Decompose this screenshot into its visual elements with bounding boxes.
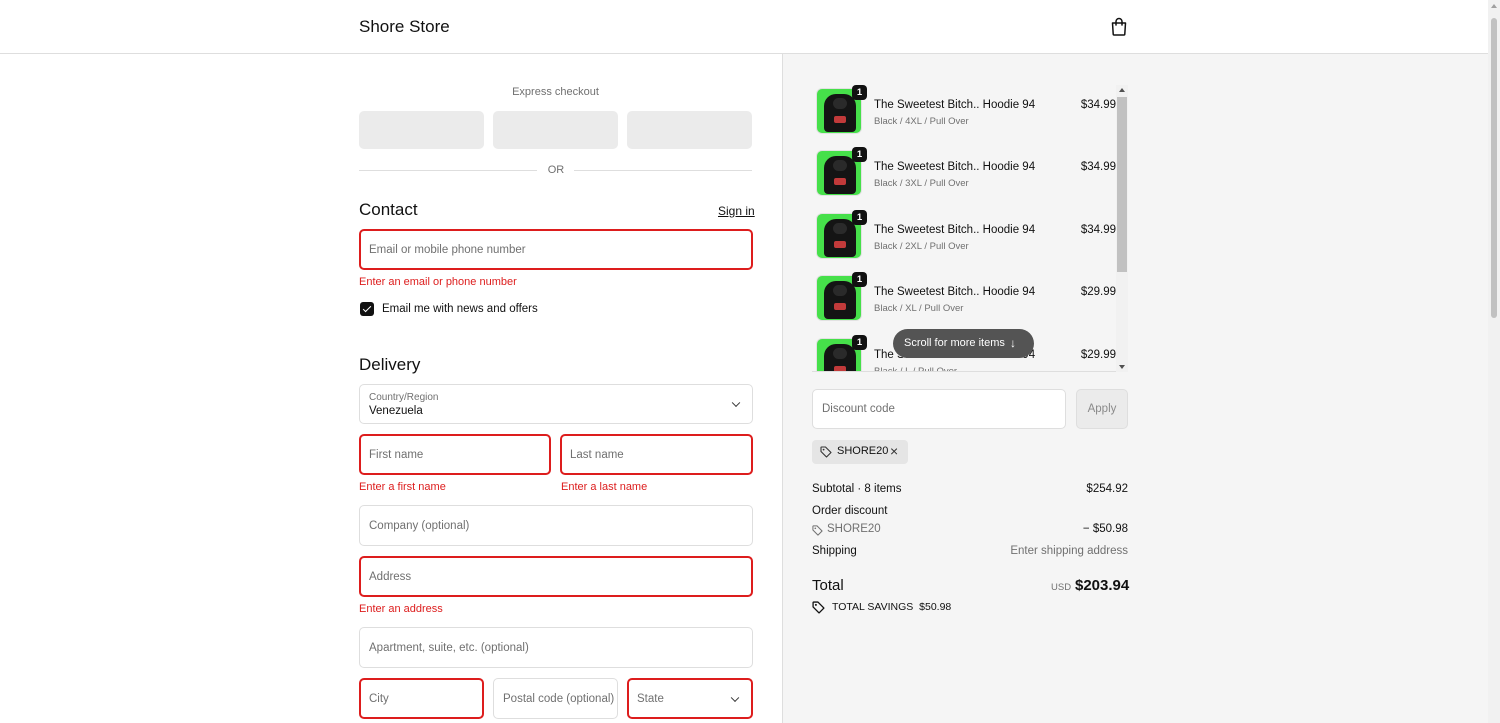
cart-item: 1 The Sweetest Bitch.. Hoodie 94 Black /… <box>812 272 1116 324</box>
currency-code: USD <box>1051 582 1072 593</box>
cart-item: 1 The Sweetest Bitch.. Hoodie 94 Black /… <box>812 147 1116 199</box>
express-pay-button-3[interactable] <box>627 111 752 149</box>
first-name-placeholder: First name <box>369 448 424 461</box>
item-variant: Black / 2XL / Pull Over <box>874 241 969 252</box>
postal-code-placeholder: Postal code (optional) <box>503 692 615 705</box>
postal-code-field[interactable]: Postal code (optional) <box>493 678 618 719</box>
first-name-field[interactable]: First name <box>359 434 551 475</box>
address-placeholder: Address <box>369 570 412 583</box>
subtotal-value: $254.92 <box>1086 483 1128 495</box>
quantity-badge: 1 <box>852 147 867 162</box>
subtotal-row: Subtotal · 8 items $254.92 <box>812 483 1128 495</box>
quantity-badge: 1 <box>852 335 867 350</box>
savings-label: TOTAL SAVINGS <box>832 601 914 613</box>
address-field[interactable]: Address <box>359 556 753 597</box>
shipping-row: Shipping Enter shipping address <box>812 545 1128 557</box>
item-name: The Sweetest Bitch.. Hoodie 94 <box>874 224 1036 236</box>
company-placeholder: Company (optional) <box>369 519 470 532</box>
item-variant: Black / XL / Pull Over <box>874 303 964 314</box>
apartment-field[interactable]: Apartment, suite, etc. (optional) <box>359 627 753 668</box>
discount-chip: SHORE20 × <box>812 440 908 464</box>
last-name-placeholder: Last name <box>570 448 624 461</box>
savings-value: $50.98 <box>919 601 952 613</box>
quantity-badge: 1 <box>852 272 867 287</box>
tag-icon <box>812 525 823 536</box>
divider <box>574 170 752 171</box>
applied-code: SHORE20 <box>837 445 889 457</box>
country-label: Country/Region <box>369 392 439 403</box>
total-label: Total <box>812 577 844 594</box>
discount-value: − $50.98 <box>1082 523 1128 535</box>
subtotal-label: Subtotal · 8 items <box>812 483 902 495</box>
chevron-down-icon <box>730 693 740 702</box>
country-select[interactable]: Country/Region Venezuela <box>359 384 753 424</box>
express-pay-button-1[interactable] <box>359 111 484 149</box>
order-discount-label: Order discount <box>812 505 888 517</box>
last-name-error: Enter a last name <box>561 481 648 493</box>
email-field[interactable]: Email or mobile phone number <box>359 229 753 270</box>
email-error: Enter an email or phone number <box>359 276 517 288</box>
city-placeholder: City <box>369 692 389 705</box>
apply-discount-button[interactable]: Apply <box>1076 389 1128 429</box>
cart-item: 1 The Sweetest Bitch.. Hoodie 94 Black /… <box>812 210 1116 262</box>
close-icon[interactable]: × <box>890 443 898 459</box>
news-checkbox[interactable] <box>360 302 374 316</box>
country-value: Venezuela <box>369 405 423 417</box>
cart-scrollbar[interactable] <box>1116 85 1128 372</box>
tag-icon <box>820 446 832 458</box>
item-variant: Black / L / Pull Over <box>874 366 958 372</box>
shipping-value: Enter shipping address <box>1010 545 1128 557</box>
scroll-thumb[interactable] <box>1117 97 1127 272</box>
arrow-down-icon: ↓ <box>1010 336 1016 350</box>
state-select[interactable]: State <box>627 678 753 719</box>
store-name[interactable]: Shore Store <box>359 17 450 37</box>
city-field[interactable]: City <box>359 678 484 719</box>
express-checkout-label: Express checkout <box>512 86 599 98</box>
scroll-down-arrow[interactable] <box>1119 365 1125 369</box>
contact-title: Contact <box>359 200 418 219</box>
item-price: $29.99 <box>1080 349 1116 361</box>
item-name: The Sweetest Bitch.. Hoodie 94 <box>874 286 1036 298</box>
address-error: Enter an address <box>359 603 443 615</box>
item-variant: Black / 3XL / Pull Over <box>874 178 969 189</box>
news-checkbox-label[interactable]: Email me with news and offers <box>382 303 538 315</box>
scroll-hint-text: Scroll for more items <box>904 337 1005 349</box>
chevron-down-icon <box>731 398 741 408</box>
express-pay-button-2[interactable] <box>493 111 618 149</box>
order-discount-row: Order discount <box>812 505 1128 517</box>
shopping-bag-icon[interactable] <box>1110 17 1128 36</box>
tag-icon <box>812 601 825 614</box>
cart-item: 1 The Sweetest Bitch.. Hoodie 94 Black /… <box>812 85 1116 137</box>
email-placeholder: Email or mobile phone number <box>369 243 526 256</box>
delivery-title: Delivery <box>359 355 421 374</box>
item-price: $34.99 <box>1080 161 1116 173</box>
item-name: The Sweetest Bitch.. Hoodie 94 <box>874 99 1036 111</box>
item-price: $34.99 <box>1080 99 1116 111</box>
apartment-placeholder: Apartment, suite, etc. (optional) <box>369 641 529 654</box>
shipping-label: Shipping <box>812 545 857 557</box>
item-price: $29.99 <box>1080 286 1116 298</box>
page-scrollbar[interactable] <box>1488 0 1500 723</box>
discount-placeholder: Discount code <box>822 403 895 415</box>
divider <box>359 170 537 171</box>
state-placeholder: State <box>637 692 664 705</box>
discount-code-input[interactable]: Discount code <box>812 389 1066 429</box>
sign-in-link[interactable]: Sign in <box>718 204 755 218</box>
first-name-error: Enter a first name <box>359 481 446 493</box>
last-name-field[interactable]: Last name <box>560 434 753 475</box>
total-value: $203.94 <box>1075 577 1130 594</box>
item-price: $34.99 <box>1080 224 1116 236</box>
store-header: Shore Store <box>0 0 1488 54</box>
quantity-badge: 1 <box>852 85 867 100</box>
item-variant: Black / 4XL / Pull Over <box>874 116 969 127</box>
company-field[interactable]: Company (optional) <box>359 505 753 546</box>
scroll-up-arrow[interactable] <box>1119 88 1125 92</box>
or-divider-text: OR <box>547 164 565 176</box>
discount-code-label: SHORE20 <box>827 523 881 535</box>
scroll-for-more-button[interactable]: Scroll for more items ↓ <box>893 329 1034 358</box>
quantity-badge: 1 <box>852 210 867 225</box>
item-name: The Sweetest Bitch.. Hoodie 94 <box>874 161 1036 173</box>
